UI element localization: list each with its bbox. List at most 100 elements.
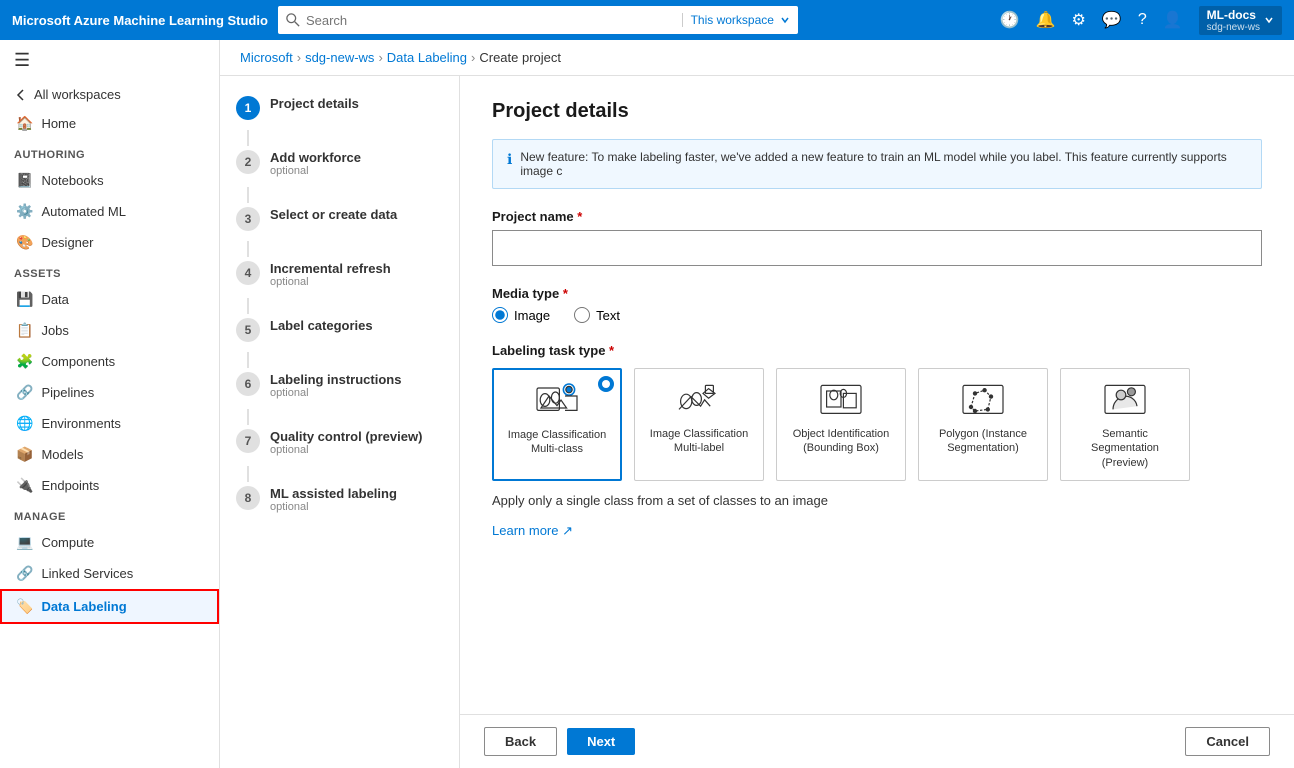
step-4-title: Incremental refresh xyxy=(270,261,443,276)
polygon-icon xyxy=(958,379,1008,419)
task-cards: Image Classification Multi-class xyxy=(492,368,1262,481)
task-type-label: Labeling task type * xyxy=(492,343,1262,358)
step-3-title: Select or create data xyxy=(270,207,443,222)
step-6-title: Labeling instructions xyxy=(270,372,443,387)
models-icon: 📦 xyxy=(16,446,33,463)
media-type-image-radio[interactable] xyxy=(492,307,508,323)
step-5-title: Label categories xyxy=(270,318,443,333)
task-card-img-cls-label[interactable]: Image Classification Multi-label xyxy=(634,368,764,481)
step-connector-4 xyxy=(247,298,249,314)
step-4-sub: optional xyxy=(270,276,443,288)
chevron-down-icon xyxy=(780,15,790,25)
task-card-semantic[interactable]: Semantic Segmentation (Preview) xyxy=(1060,368,1190,481)
hamburger-button[interactable]: ☰ xyxy=(0,40,219,81)
main-area: Microsoft › sdg-new-ws › Data Labeling ›… xyxy=(220,40,1294,768)
automated-ml-label: Automated ML xyxy=(41,204,126,219)
step-8[interactable]: 8 ML assisted labeling optional xyxy=(236,486,443,513)
sidebar-item-notebooks[interactable]: 📓 Notebooks xyxy=(0,165,219,196)
bell-icon[interactable]: 🔔 xyxy=(1030,6,1062,34)
sidebar-item-endpoints[interactable]: 🔌 Endpoints xyxy=(0,470,219,501)
required-star-2: * xyxy=(563,286,568,301)
models-label: Models xyxy=(41,447,83,462)
media-type-text-radio[interactable] xyxy=(574,307,590,323)
step-5[interactable]: 5 Label categories xyxy=(236,318,443,342)
media-type-text[interactable]: Text xyxy=(574,307,620,323)
next-button[interactable]: Next xyxy=(567,728,635,755)
task-card-polygon[interactable]: Polygon (Instance Segmentation) xyxy=(918,368,1048,481)
sidebar-item-pipelines[interactable]: 🔗 Pipelines xyxy=(0,377,219,408)
back-arrow-icon xyxy=(14,88,28,102)
sidebar-item-jobs[interactable]: 📋 Jobs xyxy=(0,315,219,346)
step-4[interactable]: 4 Incremental refresh optional xyxy=(236,261,443,288)
step-8-sub: optional xyxy=(270,501,443,513)
step-2-title: Add workforce xyxy=(270,150,443,165)
cancel-button[interactable]: Cancel xyxy=(1185,727,1270,756)
sidebar-item-data-labeling[interactable]: 🏷️ Data Labeling xyxy=(0,589,219,624)
sidebar-item-linked-services[interactable]: 🔗 Linked Services xyxy=(0,558,219,589)
avatar-icon[interactable]: 👤 xyxy=(1157,6,1189,34)
app-brand: Microsoft Azure Machine Learning Studio xyxy=(12,13,268,28)
search-bar[interactable]: This workspace xyxy=(278,6,798,34)
notebooks-label: Notebooks xyxy=(41,173,103,188)
linked-services-label: Linked Services xyxy=(41,566,133,581)
data-labeling-label: Data Labeling xyxy=(41,599,126,614)
layout: ☰ All workspaces 🏠 Home Authoring 📓 Note… xyxy=(0,40,1294,768)
breadcrumb-microsoft[interactable]: Microsoft xyxy=(240,50,293,65)
step-3[interactable]: 3 Select or create data xyxy=(236,207,443,231)
back-button[interactable]: Back xyxy=(484,727,557,756)
form-title: Project details xyxy=(492,100,1262,123)
jobs-label: Jobs xyxy=(41,323,68,338)
data-label: Data xyxy=(41,292,68,307)
learn-more-link[interactable]: Learn more ↗ xyxy=(492,523,573,538)
help-icon[interactable]: ? xyxy=(1132,7,1153,33)
step-4-circle: 4 xyxy=(236,261,260,285)
media-type-text-label: Text xyxy=(596,308,620,323)
sidebar-item-components[interactable]: 🧩 Components xyxy=(0,346,219,377)
workspace-selector[interactable]: This workspace xyxy=(682,13,774,27)
topbar-icons: 🕐 🔔 ⚙ 💬 ? 👤 xyxy=(994,6,1189,34)
info-banner-text: New feature: To make labeling faster, we… xyxy=(520,150,1247,178)
breadcrumb-workspace[interactable]: sdg-new-ws xyxy=(305,50,374,65)
sidebar-item-designer[interactable]: 🎨 Designer xyxy=(0,227,219,258)
project-name-input[interactable] xyxy=(492,230,1262,266)
step-7[interactable]: 7 Quality control (preview) optional xyxy=(236,429,443,456)
designer-label: Designer xyxy=(41,235,93,250)
sidebar-item-compute[interactable]: 💻 Compute xyxy=(0,527,219,558)
breadcrumb-sep-1: › xyxy=(297,50,301,65)
step-connector-1 xyxy=(247,130,249,146)
img-cls-label-icon xyxy=(674,379,724,419)
task-card-obj-id[interactable]: Object Identification (Bounding Box) xyxy=(776,368,906,481)
user-menu[interactable]: ML-docs sdg-new-ws xyxy=(1199,6,1282,35)
environments-icon: 🌐 xyxy=(16,415,33,432)
info-banner: ℹ New feature: To make labeling faster, … xyxy=(492,139,1262,189)
back-to-workspaces[interactable]: All workspaces xyxy=(0,81,219,108)
sidebar-item-home[interactable]: 🏠 Home xyxy=(0,108,219,139)
learn-more-label: Learn more xyxy=(492,523,558,538)
media-type-radio-group: Image Text xyxy=(492,307,1262,323)
step-2[interactable]: 2 Add workforce optional xyxy=(236,150,443,177)
breadcrumb-data-labeling[interactable]: Data Labeling xyxy=(387,50,467,65)
step-6[interactable]: 6 Labeling instructions optional xyxy=(236,372,443,399)
img-cls-multi-label: Image Classification Multi-class xyxy=(504,428,610,457)
sidebar-item-data[interactable]: 💾 Data xyxy=(0,284,219,315)
step-connector-3 xyxy=(247,241,249,257)
chat-icon[interactable]: 💬 xyxy=(1096,6,1128,34)
clock-icon[interactable]: 🕐 xyxy=(994,6,1026,34)
step-3-circle: 3 xyxy=(236,207,260,231)
endpoints-icon: 🔌 xyxy=(16,477,33,494)
sidebar-item-models[interactable]: 📦 Models xyxy=(0,439,219,470)
task-card-img-cls-multi[interactable]: Image Classification Multi-class xyxy=(492,368,622,481)
compute-label: Compute xyxy=(41,535,94,550)
breadcrumb-sep-3: › xyxy=(471,50,475,65)
gear-icon[interactable]: ⚙ xyxy=(1066,6,1092,34)
sidebar-item-environments[interactable]: 🌐 Environments xyxy=(0,408,219,439)
media-type-image[interactable]: Image xyxy=(492,307,550,323)
step-7-text: Quality control (preview) optional xyxy=(270,429,443,456)
step-5-text: Label categories xyxy=(270,318,443,333)
step-5-circle: 5 xyxy=(236,318,260,342)
search-input[interactable] xyxy=(306,13,676,28)
sidebar: ☰ All workspaces 🏠 Home Authoring 📓 Note… xyxy=(0,40,220,768)
home-icon: 🏠 xyxy=(16,115,33,132)
sidebar-item-automated-ml[interactable]: ⚙️ Automated ML xyxy=(0,196,219,227)
step-1[interactable]: 1 Project details xyxy=(236,96,443,120)
